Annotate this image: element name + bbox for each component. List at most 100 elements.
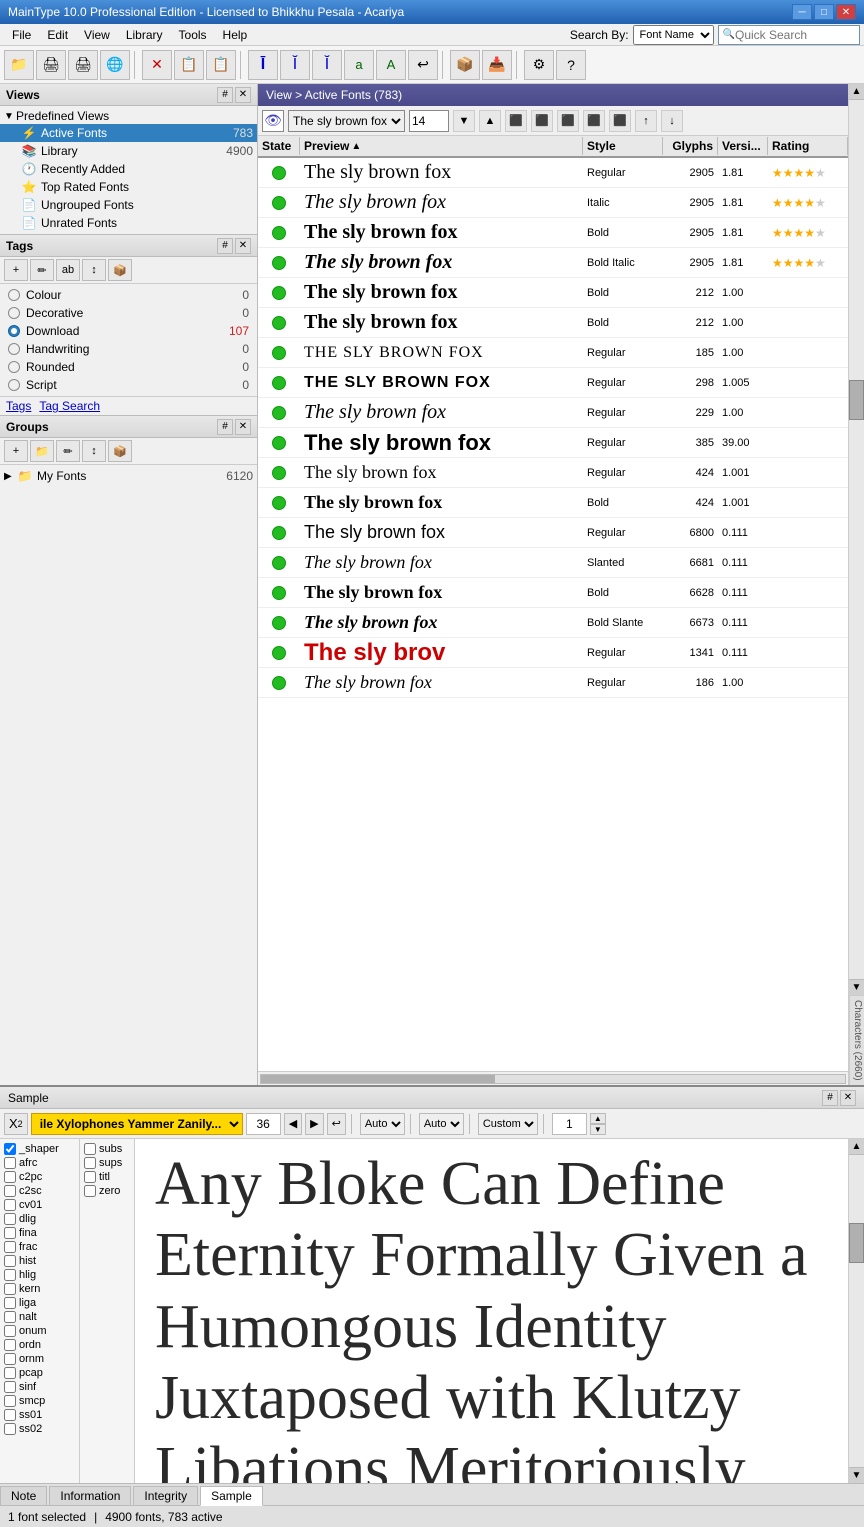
eye-icon[interactable]: 👁 — [262, 110, 284, 132]
auto-select-2[interactable]: Auto — [419, 1113, 464, 1135]
tag-rounded-radio[interactable] — [8, 361, 20, 373]
tag-script-radio[interactable] — [8, 379, 20, 391]
tag-handwriting-radio[interactable] — [8, 343, 20, 355]
tag-package-button[interactable]: 📦 — [108, 259, 132, 281]
col-inc-button[interactable]: ▲ — [590, 1113, 606, 1124]
font-row-5[interactable]: The sly brown fox Bold 212 1.00 — [258, 308, 848, 338]
font-row-0[interactable]: The sly brown fox Regular 2905 1.81 ★★★★… — [258, 158, 848, 188]
cb-sups-input[interactable] — [84, 1157, 96, 1169]
tb-print-button[interactable]: 🖨 — [36, 50, 66, 80]
tb-print2-button[interactable]: 🖨 — [68, 50, 98, 80]
col-version[interactable]: Versi... — [718, 137, 768, 155]
af-tool-6[interactable]: ↑ — [635, 110, 657, 132]
size-down-button[interactable]: ▼ — [453, 110, 475, 132]
cb-zero-input[interactable] — [84, 1185, 96, 1197]
cb-afrc-input[interactable] — [4, 1157, 16, 1169]
col-style[interactable]: Style — [583, 137, 663, 155]
cb-titl-input[interactable] — [84, 1171, 96, 1183]
cb-pcap-input[interactable] — [4, 1367, 16, 1379]
col-dec-button[interactable]: ▼ — [590, 1124, 606, 1135]
font-row-2[interactable]: The sly brown fox Bold 2905 1.81 ★★★★★ — [258, 218, 848, 248]
cb-hist-input[interactable] — [4, 1255, 16, 1267]
menu-file[interactable]: File — [4, 26, 39, 44]
font-row-13[interactable]: The sly brown fox Slanted 6681 0.111 — [258, 548, 848, 578]
font-row-11[interactable]: The sly brown fox Bold 424 1.001 — [258, 488, 848, 518]
cb-liga-input[interactable] — [4, 1297, 16, 1309]
tag-download-radio[interactable] — [8, 325, 20, 337]
font-row-6[interactable]: THE SLY BROWN FOX Regular 185 1.00 — [258, 338, 848, 368]
font-row-8[interactable]: The sly brown fox Regular 229 1.00 — [258, 398, 848, 428]
scroll-up-button[interactable]: ▲ — [849, 84, 864, 100]
tb-open-button[interactable]: 📁 — [4, 50, 34, 80]
font-row-3[interactable]: The sly brown fox Bold Italic 2905 1.81 … — [258, 248, 848, 278]
menu-library[interactable]: Library — [118, 26, 171, 44]
menu-tools[interactable]: Tools — [171, 26, 215, 44]
font-size-input[interactable] — [409, 110, 449, 132]
af-tool-5[interactable]: ⬛ — [609, 110, 631, 132]
cb-c2pc-input[interactable] — [4, 1171, 16, 1183]
search-by-select[interactable]: Font Name — [633, 25, 714, 45]
group-add-button[interactable]: + — [4, 440, 28, 462]
tb-paste-button[interactable]: 📋 — [206, 50, 236, 80]
font-row-10[interactable]: The sly brown fox Regular 424 1.001 — [258, 458, 848, 488]
group-pkg-button[interactable]: 📦 — [108, 440, 132, 462]
tb-undo-button[interactable]: ↩ — [408, 50, 438, 80]
cb-dlig-input[interactable] — [4, 1213, 16, 1225]
tb-settings-button[interactable]: ⚙ — [524, 50, 554, 80]
tb-font-T-button[interactable]: Ĭ — [280, 50, 310, 80]
group-sort-button[interactable]: ↕ — [82, 440, 106, 462]
maximize-button[interactable]: □ — [814, 4, 834, 20]
sample-scroll-down-button[interactable]: ▼ — [849, 1467, 864, 1483]
cb-smcp-input[interactable] — [4, 1395, 16, 1407]
cb-nalt-input[interactable] — [4, 1311, 16, 1323]
menu-edit[interactable]: Edit — [39, 26, 76, 44]
col-preview[interactable]: Preview ▲ — [300, 137, 583, 155]
groups-pin-button[interactable]: # — [217, 419, 233, 435]
font-row-4[interactable]: The sly brown fox Bold 212 1.00 — [258, 278, 848, 308]
tag-colour[interactable]: Colour 0 — [0, 286, 257, 304]
cb-fina-input[interactable] — [4, 1227, 16, 1239]
cb-c2sc-input[interactable] — [4, 1185, 16, 1197]
font-row-9[interactable]: The sly brown fox Regular 385 39.00 — [258, 428, 848, 458]
tag-handwriting[interactable]: Handwriting 0 — [0, 340, 257, 358]
font-row-12[interactable]: The sly brown fox Regular 6800 0.111 — [258, 518, 848, 548]
cb-ss02-input[interactable] — [4, 1423, 16, 1435]
cb-kern-input[interactable] — [4, 1283, 16, 1295]
groups-close-button[interactable]: ✕ — [235, 419, 251, 435]
search-input[interactable] — [735, 28, 855, 42]
preview-text-select[interactable]: The sly brown fox — [288, 110, 405, 132]
close-button[interactable]: ✕ — [836, 4, 856, 20]
tb-copy-button[interactable]: 📋 — [174, 50, 204, 80]
font-row-14[interactable]: The sly brown fox Bold 6628 0.111 — [258, 578, 848, 608]
sample-pin-button[interactable]: # — [822, 1090, 838, 1106]
custom-select[interactable]: Custom — [478, 1113, 538, 1135]
views-item-active-fonts[interactable]: ⚡ Active Fonts 783 — [0, 124, 257, 142]
group-expand-button[interactable]: ▶ 📁 My Fonts 6120 — [0, 467, 257, 485]
tag-colour-radio[interactable] — [8, 289, 20, 301]
tb-web-button[interactable]: 🌐 — [100, 50, 130, 80]
undo-button[interactable]: ↩ — [327, 1113, 346, 1135]
views-close-button[interactable]: ✕ — [235, 87, 251, 103]
main-vertical-scrollbar[interactable]: ▲ ▼ Characters (2660) — [848, 84, 864, 1085]
af-tool-4[interactable]: ⬛ — [583, 110, 605, 132]
cb-hlig-input[interactable] — [4, 1269, 16, 1281]
characters-label[interactable]: Characters (2660) — [849, 995, 864, 1085]
group-edit-button[interactable]: ✏ — [56, 440, 80, 462]
tab-information[interactable]: Information — [49, 1486, 131, 1505]
cb-cv01-input[interactable] — [4, 1199, 16, 1211]
tab-sample[interactable]: Sample — [200, 1486, 263, 1506]
tb-AA-button[interactable]: A — [376, 50, 406, 80]
tb-font-T2-button[interactable]: Ĭ — [312, 50, 342, 80]
tb-cut-button[interactable]: ✕ — [142, 50, 172, 80]
font-row-15[interactable]: The sly brown fox Bold Slante 6673 0.111 — [258, 608, 848, 638]
cb-ordn-input[interactable] — [4, 1339, 16, 1351]
sample-scroll-up-button[interactable]: ▲ — [849, 1139, 864, 1155]
tags-close-button[interactable]: ✕ — [235, 238, 251, 254]
menu-help[interactable]: Help — [215, 26, 256, 44]
horizontal-scrollbar[interactable] — [258, 1071, 848, 1085]
tb-package-button[interactable]: 📦 — [450, 50, 480, 80]
tag-edit-button[interactable]: ✏ — [30, 259, 54, 281]
tab-integrity[interactable]: Integrity — [133, 1486, 198, 1505]
column-input[interactable] — [552, 1113, 587, 1135]
sample-scroll-thumb[interactable] — [849, 1223, 864, 1263]
